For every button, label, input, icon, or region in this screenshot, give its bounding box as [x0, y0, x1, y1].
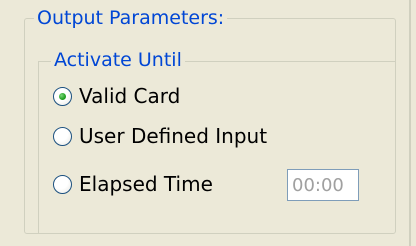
radio-valid-card-label: Valid Card: [79, 84, 181, 108]
radio-button-icon[interactable]: [53, 174, 72, 194]
radio-button-selected-icon[interactable]: [53, 86, 72, 106]
panel-divider: [409, 0, 411, 246]
radio-user-defined-input-label: User Defined Input: [79, 124, 268, 148]
radio-valid-card[interactable]: Valid Card: [53, 82, 180, 110]
radio-elapsed-time-label: Elapsed Time: [79, 172, 213, 196]
elapsed-time-input[interactable]: [287, 169, 359, 201]
radio-elapsed-time[interactable]: Elapsed Time: [53, 170, 213, 198]
radio-user-defined-input[interactable]: User Defined Input: [53, 122, 267, 150]
output-parameters-panel: Output Parameters: Activate Until Valid …: [0, 0, 416, 246]
activate-until-title: Activate Until: [51, 48, 185, 72]
output-parameters-title: Output Parameters:: [34, 6, 228, 30]
radio-button-icon[interactable]: [53, 126, 72, 146]
